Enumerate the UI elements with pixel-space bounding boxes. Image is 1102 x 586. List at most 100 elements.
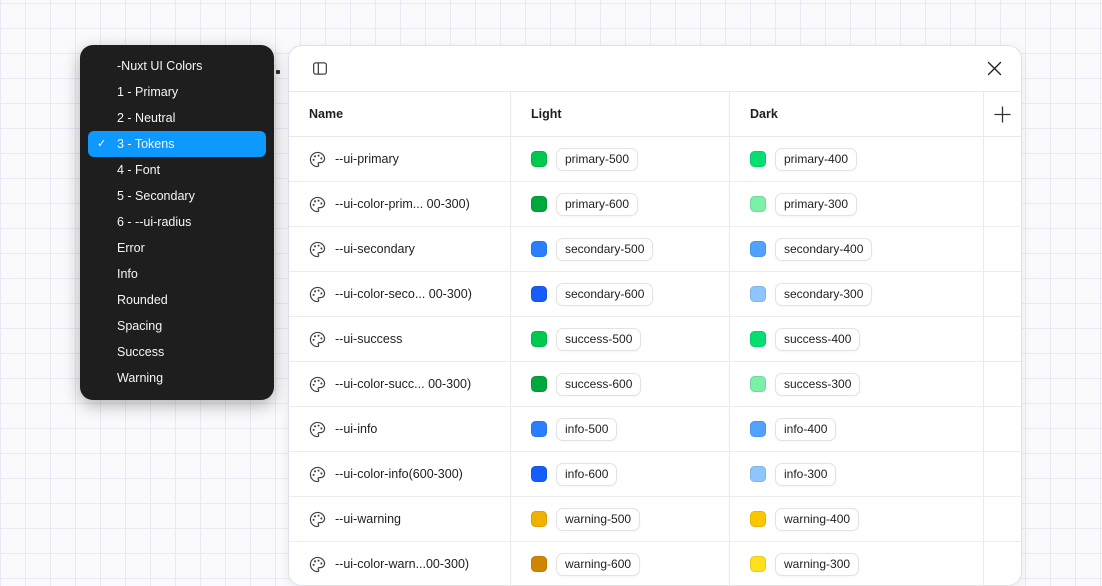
token-badge-light[interactable]: success-500: [556, 328, 641, 351]
token-badge-light[interactable]: warning-500: [556, 508, 640, 531]
palette-icon: [309, 331, 326, 348]
table-row[interactable]: --ui-color-warn...00-300) warning-600 wa…: [289, 542, 1021, 586]
token-badge-light[interactable]: primary-600: [556, 193, 638, 216]
token-badge-light[interactable]: info-500: [556, 418, 617, 441]
table-header-row: Name Light Dark: [289, 91, 1021, 137]
table-row[interactable]: --ui-color-prim... 00-300) primary-600 p…: [289, 182, 1021, 227]
menu-item-success[interactable]: Success: [88, 339, 266, 365]
token-badge-dark[interactable]: secondary-300: [775, 283, 872, 306]
palette-icon: [309, 511, 326, 528]
palette-icon: [309, 196, 326, 213]
color-swatch-dark[interactable]: [750, 556, 766, 572]
table-body: --ui-primary primary-500 primary-400 --: [289, 137, 1021, 586]
table-row[interactable]: --ui-secondary secondary-500 secondary-4…: [289, 227, 1021, 272]
dropdown-caret-dot: [276, 70, 280, 74]
add-mode-button[interactable]: [990, 101, 1016, 127]
token-badge-light[interactable]: secondary-500: [556, 238, 653, 261]
menu-item-label: Success: [117, 345, 164, 359]
token-badge-light[interactable]: secondary-600: [556, 283, 653, 306]
menu-item-label: 1 - Primary: [117, 85, 178, 99]
variable-name: --ui-secondary: [335, 242, 415, 256]
token-badge-light[interactable]: warning-600: [556, 553, 640, 576]
menu-item-error[interactable]: Error: [88, 235, 266, 261]
menu-item-3-tokens[interactable]: ✓ 3 - Tokens: [88, 131, 266, 157]
column-header-name[interactable]: Name: [289, 92, 510, 136]
token-badge-dark[interactable]: success-300: [775, 373, 860, 396]
menu-item-label: 6 - --ui-radius: [117, 215, 191, 229]
variable-name: --ui-color-seco... 00-300): [335, 287, 472, 301]
token-badge-dark[interactable]: info-300: [775, 463, 836, 486]
table-row[interactable]: --ui-primary primary-500 primary-400: [289, 137, 1021, 182]
token-badge-dark[interactable]: primary-400: [775, 148, 857, 171]
color-swatch-light[interactable]: [531, 286, 547, 302]
variable-name: --ui-color-info(600-300): [335, 467, 463, 481]
menu-item-label: 4 - Font: [117, 163, 160, 177]
token-badge-dark[interactable]: warning-300: [775, 553, 859, 576]
menu-item-6-ui-radius[interactable]: 6 - --ui-radius: [88, 209, 266, 235]
menu-item-spacing[interactable]: Spacing: [88, 313, 266, 339]
color-swatch-dark[interactable]: [750, 151, 766, 167]
checkmark-icon: ✓: [88, 139, 117, 150]
palette-icon: [309, 556, 326, 573]
color-swatch-light[interactable]: [531, 151, 547, 167]
table-row[interactable]: --ui-info info-500 info-400: [289, 407, 1021, 452]
variable-name: --ui-color-prim... 00-300): [335, 197, 470, 211]
menu-item-1-primary[interactable]: 1 - Primary: [88, 79, 266, 105]
color-swatch-light[interactable]: [531, 241, 547, 257]
token-badge-dark[interactable]: warning-400: [775, 508, 859, 531]
palette-icon: [309, 241, 326, 258]
variable-name: --ui-info: [335, 422, 377, 436]
color-swatch-light[interactable]: [531, 196, 547, 212]
color-swatch-light[interactable]: [531, 331, 547, 347]
token-badge-dark[interactable]: info-400: [775, 418, 836, 441]
palette-icon: [309, 376, 326, 393]
color-swatch-dark[interactable]: [750, 196, 766, 212]
color-swatch-light[interactable]: [531, 376, 547, 392]
color-swatch-light[interactable]: [531, 556, 547, 572]
token-badge-light[interactable]: primary-500: [556, 148, 638, 171]
column-header-dark[interactable]: Dark: [729, 92, 983, 136]
table-row[interactable]: --ui-color-info(600-300) info-600 info-3…: [289, 452, 1021, 497]
color-swatch-light[interactable]: [531, 511, 547, 527]
sidebar-toggle-button[interactable]: [307, 56, 333, 82]
token-badge-dark[interactable]: primary-300: [775, 193, 857, 216]
color-swatch-light[interactable]: [531, 421, 547, 437]
menu-item-label: Warning: [117, 371, 163, 385]
table-row[interactable]: --ui-warning warning-500 warning-400: [289, 497, 1021, 542]
table-row[interactable]: --ui-success success-500 success-400: [289, 317, 1021, 362]
variable-name: --ui-warning: [335, 512, 401, 526]
token-badge-light[interactable]: info-600: [556, 463, 617, 486]
token-badge-dark[interactable]: secondary-400: [775, 238, 872, 261]
color-swatch-dark[interactable]: [750, 421, 766, 437]
menu-item-rounded[interactable]: Rounded: [88, 287, 266, 313]
column-header-light[interactable]: Light: [510, 92, 729, 136]
menu-item-5-secondary[interactable]: 5 - Secondary: [88, 183, 266, 209]
panel-left-icon: [311, 60, 329, 77]
token-badge-light[interactable]: success-600: [556, 373, 641, 396]
menu-item-nuxt-ui-colors[interactable]: -Nuxt UI Colors: [88, 53, 266, 79]
table-row[interactable]: --ui-color-succ... 00-300) success-600 s…: [289, 362, 1021, 407]
color-swatch-dark[interactable]: [750, 241, 766, 257]
menu-item-4-font[interactable]: 4 - Font: [88, 157, 266, 183]
color-swatch-light[interactable]: [531, 466, 547, 482]
color-swatch-dark[interactable]: [750, 376, 766, 392]
palette-icon: [309, 151, 326, 168]
menu-item-label: Error: [117, 241, 145, 255]
palette-icon: [309, 466, 326, 483]
palette-icon: [309, 286, 326, 303]
menu-item-info[interactable]: Info: [88, 261, 266, 287]
token-badge-dark[interactable]: success-400: [775, 328, 860, 351]
variables-panel: Name Light Dark: [288, 45, 1022, 586]
variable-name: --ui-primary: [335, 152, 399, 166]
table-row[interactable]: --ui-color-seco... 00-300) secondary-600…: [289, 272, 1021, 317]
color-swatch-dark[interactable]: [750, 466, 766, 482]
color-swatch-dark[interactable]: [750, 286, 766, 302]
color-swatch-dark[interactable]: [750, 511, 766, 527]
menu-item-label: 3 - Tokens: [117, 137, 174, 151]
menu-item-2-neutral[interactable]: 2 - Neutral: [88, 105, 266, 131]
menu-item-label: -Nuxt UI Colors: [117, 59, 202, 73]
color-swatch-dark[interactable]: [750, 331, 766, 347]
menu-item-warning[interactable]: Warning: [88, 365, 266, 391]
close-button[interactable]: [981, 56, 1007, 82]
variable-name: --ui-color-warn...00-300): [335, 557, 469, 571]
